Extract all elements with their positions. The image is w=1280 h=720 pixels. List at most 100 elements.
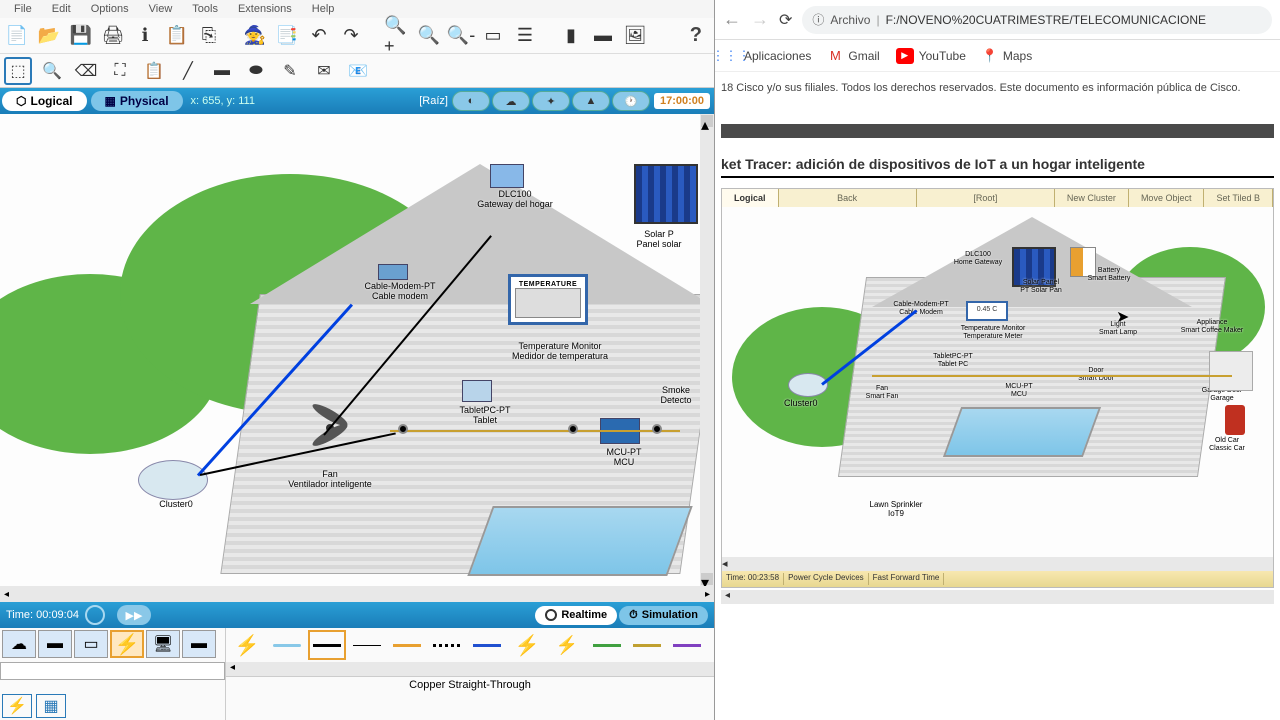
new-icon[interactable]: 📄 — [4, 23, 30, 49]
draw-rect-icon[interactable]: ▬ — [208, 57, 236, 85]
menu-edit[interactable]: Edit — [42, 3, 81, 15]
conn-copper-straight[interactable] — [308, 630, 346, 660]
env-btn-1[interactable]: ◐ — [452, 91, 490, 111]
pdu-closed-icon[interactable]: ✉ — [310, 57, 338, 85]
conn-coax[interactable] — [468, 630, 506, 660]
url-text: F:/NOVENO%20CUATRIMESTRE/TELECOMUNICACIO… — [886, 13, 1206, 27]
doc-scroll: ◂ — [722, 557, 1273, 571]
dark-band — [721, 124, 1274, 138]
draw-line-icon[interactable]: ╱ — [174, 57, 202, 85]
cluster-device[interactable] — [138, 460, 208, 500]
activity-icon[interactable]: 📑 — [274, 23, 300, 49]
logical-tab[interactable]: ⬡Logical — [2, 91, 87, 111]
menu-extensions[interactable]: Extensions — [228, 3, 302, 15]
modem-device[interactable] — [378, 264, 408, 280]
horizontal-scrollbar[interactable]: ◂▸ — [0, 586, 714, 602]
env-btn-3[interactable]: ✦ — [532, 91, 570, 111]
secondary-toolbar: ⬚ 🔍 ⌫ ⛶ 📋 ╱ ▬ ⬬ ✎ ✉ 📧 — [0, 54, 714, 88]
conn-copper-cross[interactable] — [348, 630, 386, 660]
smoke-label: SmokeDetecto — [646, 386, 706, 406]
conn-auto[interactable]: ⚡ — [228, 630, 266, 660]
info-icon[interactable]: ℹ — [132, 23, 158, 49]
draw-free-icon[interactable]: ✎ — [276, 57, 304, 85]
menu-bar: File Edit Options View Tools Extensions … — [0, 0, 714, 18]
undo-icon[interactable]: ↶ — [306, 23, 332, 49]
palette-end[interactable]: 🖥 — [146, 630, 180, 658]
menu-tools[interactable]: Tools — [182, 3, 228, 15]
zoom-out-icon[interactable]: 🔍- — [448, 23, 474, 49]
image-icon[interactable]: 🖼 — [622, 23, 648, 49]
temp-monitor-device[interactable]: TEMPERATURE — [508, 274, 588, 325]
wizard-icon[interactable]: 🧙 — [242, 23, 268, 49]
doc-canvas: Cluster0 0.45 C Temperature Monitor Temp… — [722, 207, 1273, 557]
note-icon[interactable]: 📋 — [140, 57, 168, 85]
doc-page-scroll[interactable]: ◂ — [721, 590, 1274, 604]
paste-icon[interactable]: 📋 — [164, 23, 190, 49]
save-icon[interactable]: 💾 — [68, 23, 94, 49]
simulation-tab[interactable]: ⏱Simulation — [619, 606, 708, 625]
solar-panel-device[interactable] — [634, 164, 698, 224]
palette-security[interactable]: ▬ — [182, 630, 216, 658]
temp-label: Temperature MonitorMedidor de temperatur… — [490, 342, 630, 362]
pdu-open-icon[interactable]: 📧 — [344, 57, 372, 85]
conn-serial2[interactable]: ⚡ — [548, 630, 586, 660]
back-button[interactable]: ← — [723, 9, 741, 30]
resize-icon[interactable]: ⛶ — [106, 57, 134, 85]
conn-custom[interactable] — [668, 630, 706, 660]
draw-ellipse-icon[interactable]: ⬬ — [242, 57, 270, 85]
reload-button[interactable]: ⟳ — [779, 10, 792, 30]
apps-bookmark[interactable]: ⋮⋮⋮Aplicaciones — [723, 48, 811, 64]
palette-hubs[interactable]: ▭ — [74, 630, 108, 658]
palette-sub-1[interactable]: ⚡ — [2, 694, 32, 718]
env-btn-5[interactable]: 🕐 — [612, 91, 650, 111]
menu-view[interactable]: View — [139, 3, 183, 15]
tablet-device[interactable] — [462, 380, 492, 402]
inspect-icon[interactable]: 🔍 — [38, 57, 66, 85]
print-icon[interactable]: 🖨 — [100, 23, 126, 49]
scheme-label: Archivo — [830, 13, 870, 27]
palette-sub-2[interactable]: ▦ — [36, 694, 66, 718]
select-tool[interactable]: ⬚ — [4, 57, 32, 85]
open-icon[interactable]: 📂 — [36, 23, 62, 49]
conn-usb[interactable] — [628, 630, 666, 660]
redo-icon[interactable]: ↷ — [338, 23, 364, 49]
connection-row: ⚡ ⚡ ⚡ — [226, 628, 714, 662]
maps-bookmark[interactable]: 📍Maps — [982, 48, 1032, 64]
delete-icon[interactable]: ⌫ — [72, 57, 100, 85]
zoom-in-icon[interactable]: 🔍+ — [384, 23, 410, 49]
menu-help[interactable]: Help — [302, 3, 345, 15]
zoom-reset-icon[interactable]: 🔍 — [416, 23, 442, 49]
gateway-device[interactable] — [490, 164, 524, 188]
physical-tab[interactable]: ▦Physical — [91, 91, 183, 111]
conn-console[interactable] — [268, 630, 306, 660]
menu-options[interactable]: Options — [81, 3, 139, 15]
conn-scrollbar[interactable]: ◂ — [226, 662, 714, 676]
env-btn-2[interactable]: ☁ — [492, 91, 530, 111]
vertical-scrollbar[interactable]: ▴ ▾ — [700, 114, 714, 586]
workspace[interactable]: Solar PPanel solar DLC100Gateway del hog… — [0, 114, 714, 586]
clock-icon[interactable] — [85, 605, 105, 625]
fullscreen-icon[interactable]: ▭ — [480, 23, 506, 49]
conn-phone[interactable] — [428, 630, 466, 660]
palette-routers[interactable]: ☁ — [2, 630, 36, 658]
realtime-tab[interactable]: Realtime — [535, 606, 617, 625]
help-icon[interactable]: ? — [690, 24, 710, 47]
layout-icon[interactable]: ☰ — [512, 23, 538, 49]
root-label[interactable]: [Raíz] — [419, 95, 452, 107]
palette2-icon[interactable]: ▬ — [590, 23, 616, 49]
forward-button[interactable]: → — [751, 9, 769, 30]
palette1-icon[interactable]: ▮ — [558, 23, 584, 49]
youtube-bookmark[interactable]: ▶YouTube — [896, 48, 966, 64]
env-btn-4[interactable]: ▲ — [572, 91, 610, 111]
palette-connections[interactable]: ⚡ — [110, 630, 144, 658]
gmail-bookmark[interactable]: MGmail — [827, 48, 879, 64]
conn-octal[interactable] — [588, 630, 626, 660]
palette-switches[interactable]: ▬ — [38, 630, 72, 658]
conn-fiber[interactable] — [388, 630, 426, 660]
fast-forward-button[interactable]: ▶▶ — [117, 605, 151, 625]
conn-serial1[interactable]: ⚡ — [508, 630, 546, 660]
palette-search-input[interactable] — [0, 662, 225, 680]
copy-icon[interactable]: ⎘ — [196, 23, 222, 49]
menu-file[interactable]: File — [4, 3, 42, 15]
address-bar[interactable]: ⓘ Archivo | F:/NOVENO%20CUATRIMESTRE/TEL… — [802, 6, 1272, 34]
